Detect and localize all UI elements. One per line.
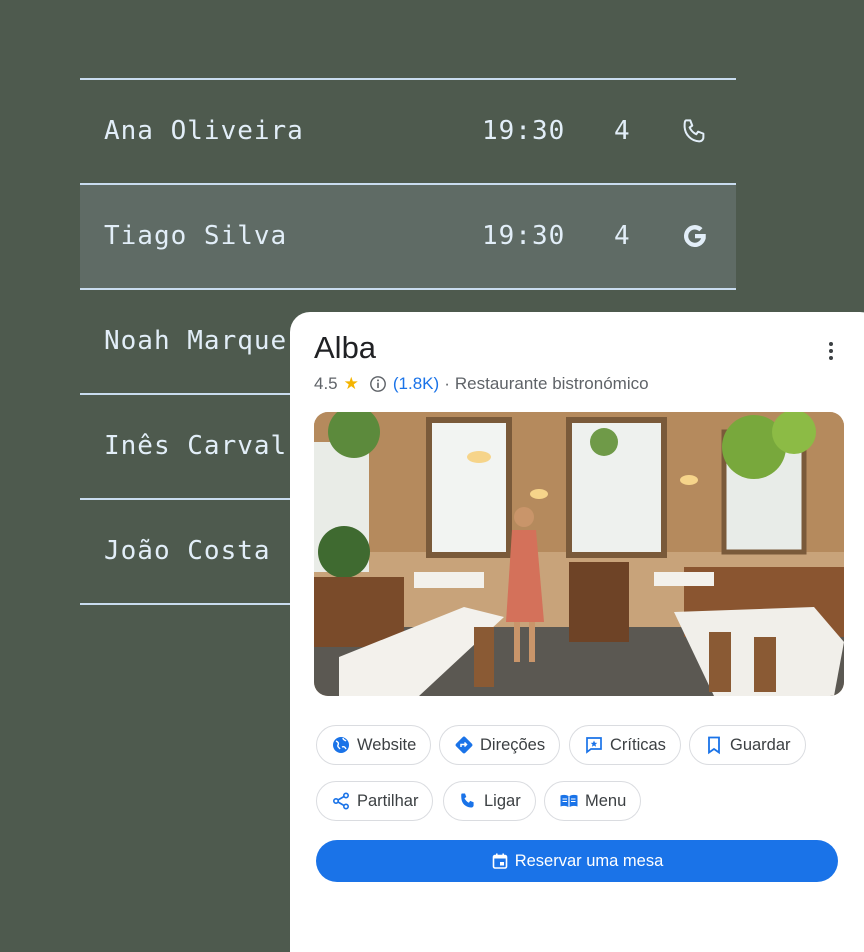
phone-icon <box>458 791 478 811</box>
guest-name: Tiago Silva <box>104 221 288 251</box>
party-size: 4 <box>614 221 631 251</box>
call-label: Ligar <box>484 791 521 810</box>
guest-name: Noah Marque <box>104 326 288 356</box>
place-card: Alba 4.5 ★ (1.8K) · Restaurante bistronó… <box>290 312 864 952</box>
rating-value: 4.5 <box>314 374 338 393</box>
reservation-row[interactable]: Tiago Silva 19:30 4 <box>80 183 736 288</box>
reserve-table-button[interactable]: Reservar uma mesa <box>316 840 838 882</box>
guest-name: João Costa <box>104 536 271 566</box>
reviews-label: Críticas <box>610 735 666 754</box>
reservation-time: 19:30 <box>482 116 566 146</box>
menu-book-icon <box>559 791 579 811</box>
star-icon: ★ <box>343 374 359 393</box>
reviews-button[interactable]: Críticas <box>569 725 681 765</box>
guest-name: Ana Oliveira <box>104 116 304 146</box>
calendar-icon <box>491 852 509 870</box>
phone-icon <box>680 116 712 148</box>
info-icon[interactable] <box>369 375 387 393</box>
call-button[interactable]: Ligar <box>443 781 536 821</box>
directions-button[interactable]: Direções <box>439 725 561 765</box>
directions-icon <box>454 735 474 755</box>
place-name: Alba <box>314 330 377 365</box>
reserve-label: Reservar uma mesa <box>514 851 664 870</box>
globe-icon <box>331 735 351 755</box>
place-meta: 4.5 ★ (1.8K) · Restaurante bistronómico <box>314 374 649 394</box>
review-icon <box>584 735 604 755</box>
share-icon <box>331 791 351 811</box>
party-size: 4 <box>614 116 631 146</box>
review-count-link[interactable]: (1.8K) <box>393 374 439 394</box>
share-button[interactable]: Partilhar <box>316 781 434 821</box>
meta-separator: · <box>444 374 450 393</box>
directions-label: Direções <box>480 735 546 754</box>
guest-name: Inês Carval <box>104 431 288 461</box>
save-button[interactable]: Guardar <box>689 725 806 765</box>
website-label: Website <box>357 735 417 754</box>
restaurant-photo[interactable] <box>314 412 844 696</box>
reservation-time: 19:30 <box>482 221 566 251</box>
bookmark-icon <box>704 735 724 755</box>
place-category: Restaurante bistronómico <box>454 374 649 393</box>
share-label: Partilhar <box>357 791 419 810</box>
more-options-icon[interactable] <box>822 340 840 364</box>
website-button[interactable]: Website <box>316 725 432 765</box>
menu-label: Menu <box>585 791 627 810</box>
save-label: Guardar <box>730 735 791 754</box>
menu-button[interactable]: Menu <box>544 781 642 821</box>
google-icon <box>680 221 712 253</box>
reservation-row[interactable]: Ana Oliveira 19:30 4 <box>80 78 736 183</box>
